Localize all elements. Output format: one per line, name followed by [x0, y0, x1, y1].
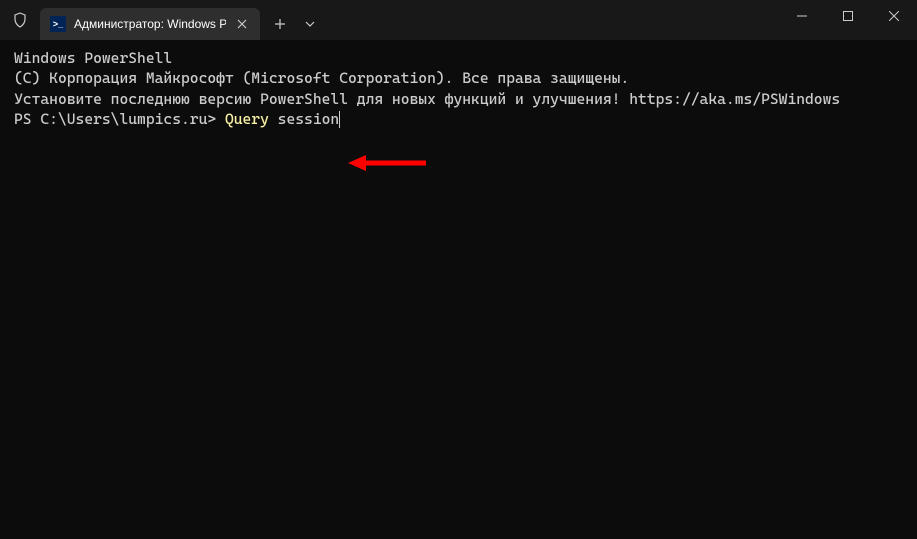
- app-shield-icon: [0, 0, 40, 40]
- prompt-prefix: PS C:\Users\lumpics.ru>: [14, 110, 225, 128]
- text-cursor: [339, 111, 340, 128]
- powershell-icon: >_: [50, 16, 66, 32]
- output-line: (C) Корпорация Майкрософт (Microsoft Cor…: [14, 68, 903, 88]
- terminal-window: >_ Администратор: Windows Po Windows Pow…: [0, 0, 917, 539]
- tab-title: Администратор: Windows Po: [74, 17, 226, 31]
- titlebar: >_ Администратор: Windows Po: [0, 0, 917, 40]
- output-line: Windows PowerShell: [14, 48, 903, 68]
- minimize-button[interactable]: [779, 0, 825, 32]
- prompt-line: PS C:\Users\lumpics.ru> Query session: [14, 109, 903, 129]
- window-controls: [779, 0, 917, 40]
- tab-close-button[interactable]: [234, 16, 250, 32]
- tab-dropdown-button[interactable]: [296, 8, 324, 40]
- maximize-button[interactable]: [825, 0, 871, 32]
- output-line: Установите последнюю версию PowerShell д…: [14, 89, 903, 109]
- prompt-argument: session: [269, 110, 339, 128]
- annotation-arrow-icon: [348, 153, 426, 173]
- active-tab[interactable]: >_ Администратор: Windows Po: [40, 8, 260, 40]
- window-close-button[interactable]: [871, 0, 917, 32]
- prompt-command: Query: [225, 110, 269, 128]
- new-tab-button[interactable]: [264, 8, 296, 40]
- terminal-output[interactable]: Windows PowerShell(C) Корпорация Майкрос…: [0, 40, 917, 539]
